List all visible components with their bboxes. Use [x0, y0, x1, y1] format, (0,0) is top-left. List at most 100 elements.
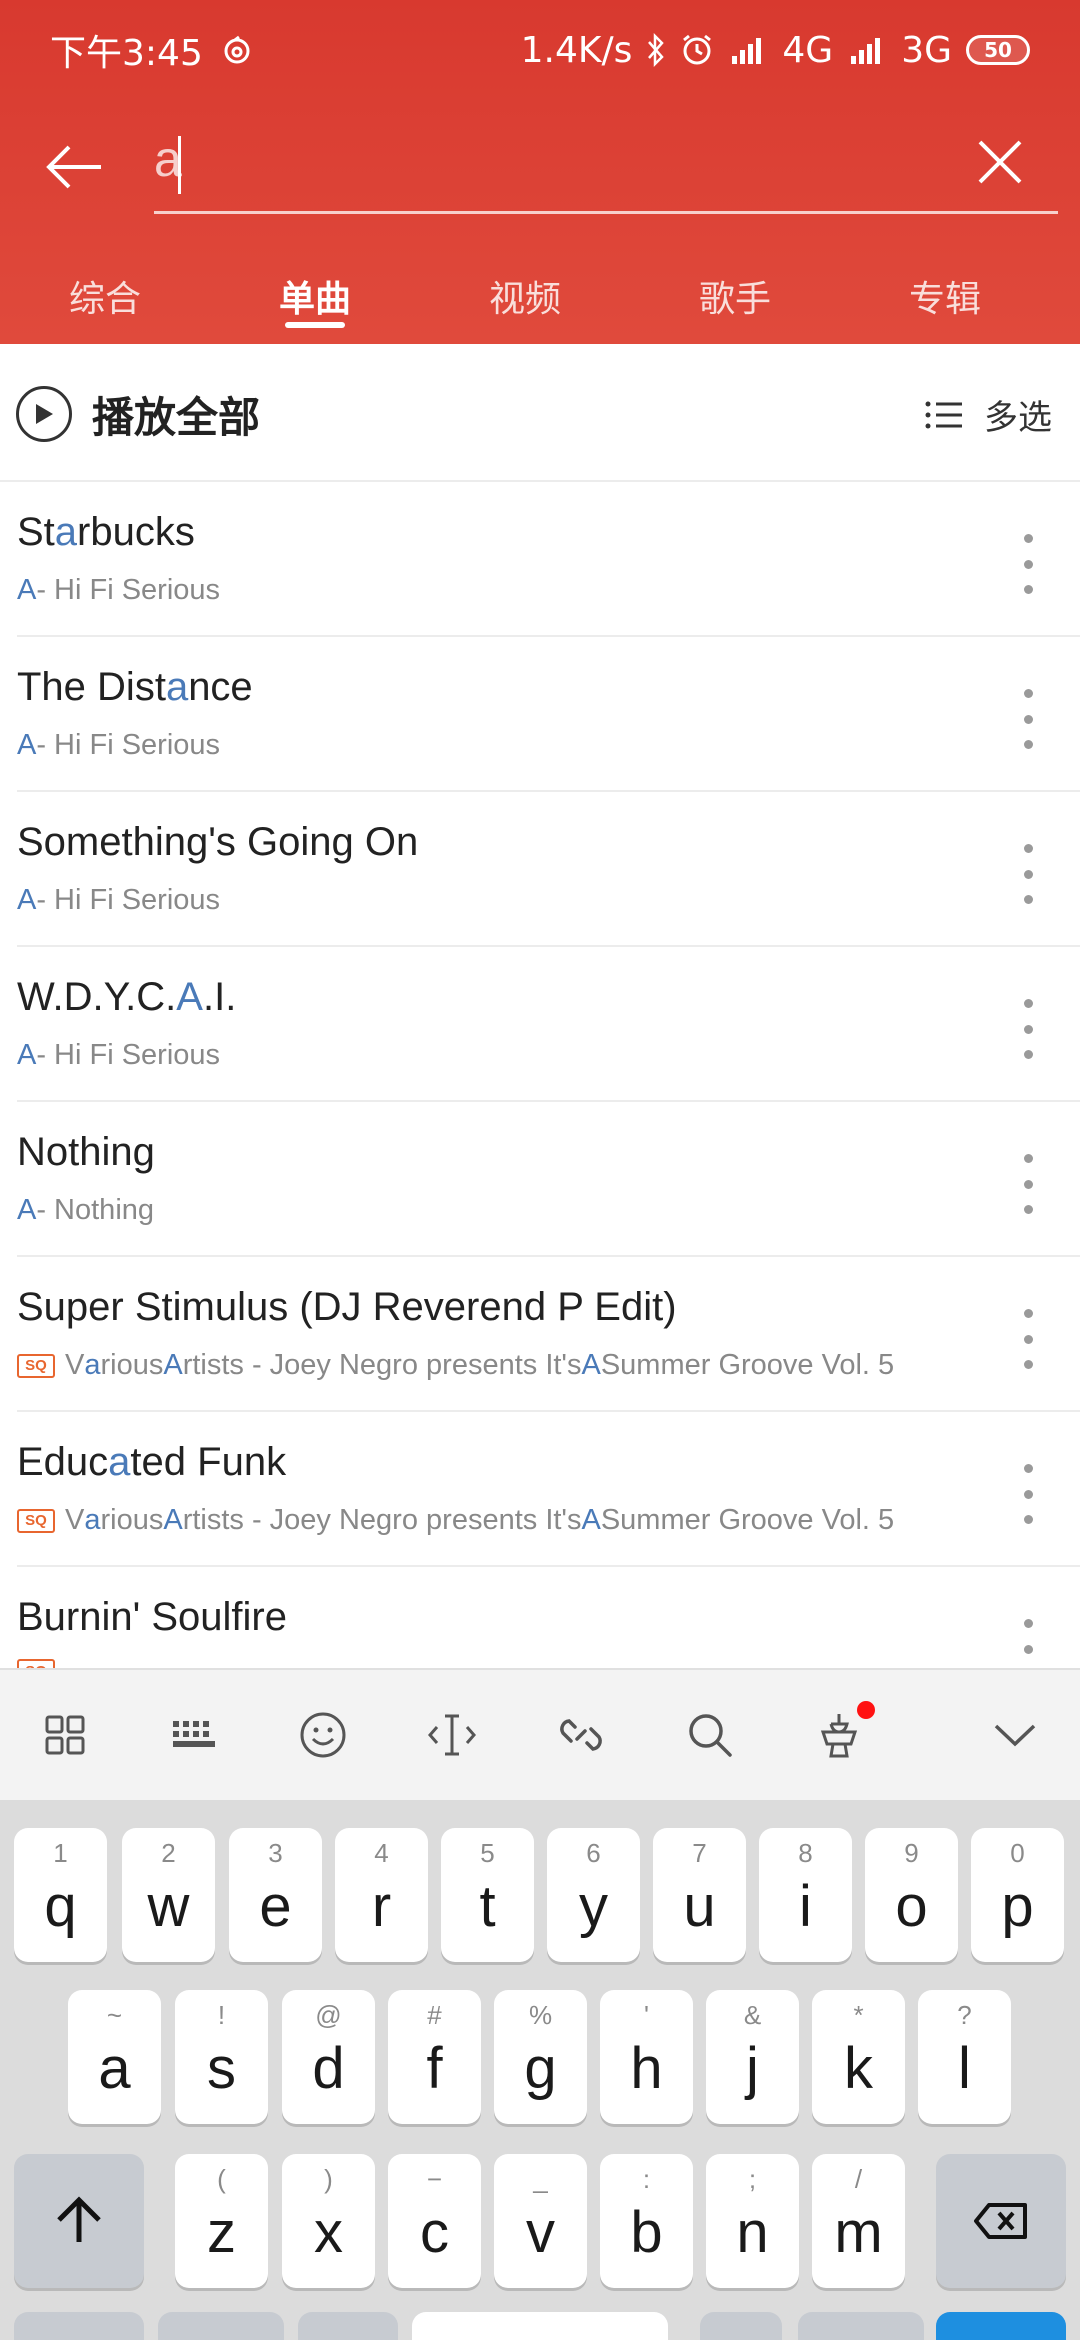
song-title: W.D.Y.C.A.I.	[17, 975, 237, 1019]
network-speed: 1.4K/s	[520, 29, 633, 71]
song-item[interactable]: Something's Going On A - Hi Fi Serious	[17, 792, 1080, 947]
alarm-icon	[680, 33, 714, 67]
keyboard-layout-icon[interactable]	[129, 1669, 258, 1801]
more-vertical-icon[interactable]	[1020, 1464, 1036, 1524]
text-cursor	[178, 136, 181, 194]
more-vertical-icon[interactable]	[1020, 1619, 1036, 1668]
network-4g: 4G	[782, 29, 834, 71]
key-l[interactable]: ? l	[918, 1990, 1011, 2124]
song-title: Something's Going On	[17, 820, 419, 864]
comma-key[interactable]	[298, 2312, 398, 2340]
key-w[interactable]: 2w	[122, 1828, 215, 1962]
key-t[interactable]: 5t	[441, 1828, 534, 1962]
symbols-key[interactable]	[14, 2312, 144, 2340]
song-artist-album: SQ Va rious Artists - Joey Negro presents…	[17, 1349, 894, 1382]
search-input[interactable]: a	[154, 120, 1058, 214]
more-vertical-icon[interactable]	[1020, 999, 1036, 1059]
key-u[interactable]: 7u	[653, 1828, 746, 1962]
key-g[interactable]: % g	[494, 1990, 587, 2124]
play-icon	[36, 404, 53, 424]
song-item[interactable]: Nothing A - Nothing	[17, 1102, 1080, 1257]
skin-icon[interactable]	[774, 1669, 903, 1801]
key-y[interactable]: 6y	[547, 1828, 640, 1962]
key-d[interactable]: @ d	[282, 1990, 375, 2124]
key-p[interactable]: 0p	[971, 1828, 1064, 1962]
link-icon[interactable]	[516, 1669, 645, 1801]
key-o[interactable]: 9o	[865, 1828, 958, 1962]
language-key[interactable]	[158, 2312, 284, 2340]
tab-albums[interactable]: 专辑	[840, 252, 1050, 344]
key-f[interactable]: # f	[388, 1990, 481, 2124]
song-title: Super Stimulus (DJ Reverend P Edit)	[17, 1285, 677, 1329]
tab-artists[interactable]: 歌手	[630, 252, 840, 344]
song-item[interactable]: Starbucks A - Hi Fi Serious	[17, 482, 1080, 637]
more-vertical-icon[interactable]	[1020, 534, 1036, 594]
space-key[interactable]	[412, 2312, 668, 2340]
multi-select-button[interactable]: 多选	[924, 390, 1052, 439]
signal-hd-icon	[728, 34, 768, 66]
song-artist-album: A - Hi Fi Serious	[17, 729, 221, 761]
song-item[interactable]: Super Stimulus (DJ Reverend P Edit) SQ V…	[17, 1257, 1080, 1412]
key-i[interactable]: 8i	[759, 1828, 852, 1962]
search-tabs: 综合 单曲 视频 歌手 专辑	[0, 252, 1080, 344]
key-r[interactable]: 4r	[335, 1828, 428, 1962]
chevron-down-icon[interactable]	[950, 1669, 1080, 1801]
period-key[interactable]	[700, 2312, 782, 2340]
song-title: The Distance	[17, 665, 253, 709]
more-vertical-icon[interactable]	[1020, 844, 1036, 904]
battery-indicator: 50	[966, 35, 1030, 65]
search-icon[interactable]	[645, 1669, 774, 1801]
key-k[interactable]: * k	[812, 1990, 905, 2124]
song-item[interactable]: W.D.Y.C.A.I. A - Hi Fi Serious	[17, 947, 1080, 1102]
key-q[interactable]: 1q	[14, 1828, 107, 1962]
emoji-icon[interactable]	[258, 1669, 387, 1801]
key-a[interactable]: ~ a	[68, 1990, 161, 2124]
more-vertical-icon[interactable]	[1020, 689, 1036, 749]
more-vertical-icon[interactable]	[1020, 1154, 1036, 1214]
back-button[interactable]	[40, 132, 110, 202]
key-h[interactable]: ' h	[600, 1990, 693, 2124]
search-submit-key[interactable]	[936, 2312, 1066, 2340]
song-artist-album: SQ Va rious Artists - Joey Negro presents…	[17, 1504, 894, 1537]
sq-badge: SQ	[17, 1353, 55, 1378]
apps-grid-icon[interactable]	[0, 1669, 129, 1801]
key-z[interactable]: (z	[175, 2154, 268, 2288]
network-3g: 3G	[901, 29, 952, 71]
song-item[interactable]: Burnin' Soulfire SQ	[17, 1567, 1080, 1668]
number-key[interactable]	[798, 2312, 924, 2340]
cursor-move-icon[interactable]	[387, 1669, 516, 1801]
arrow-left-icon	[46, 145, 101, 189]
search-row: a	[0, 110, 1080, 220]
song-artist-album: A - Nothing	[17, 1194, 155, 1226]
song-list: Starbucks A - Hi Fi Serious The Distance…	[0, 482, 1080, 1668]
key-v[interactable]: _ v	[494, 2154, 587, 2288]
key-c[interactable]: − c	[388, 2154, 481, 2288]
key-b[interactable]: :b	[600, 2154, 693, 2288]
song-item[interactable]: Educated Funk SQ Va rious Artists - Joey …	[17, 1412, 1080, 1567]
tab-videos[interactable]: 视频	[420, 252, 630, 344]
song-artist-album: A - Hi Fi Serious	[17, 884, 221, 916]
key-j[interactable]: & j	[706, 1990, 799, 2124]
key-n[interactable]: ; n	[706, 2154, 799, 2288]
keyboard-toolbar	[0, 1668, 1080, 1800]
shift-icon	[57, 2196, 101, 2242]
key-m[interactable]: / m	[812, 2154, 905, 2288]
more-vertical-icon[interactable]	[1020, 1309, 1036, 1369]
notification-dot	[857, 1701, 875, 1719]
song-title: Burnin' Soulfire	[17, 1595, 287, 1639]
backspace-icon	[974, 2203, 1027, 2239]
shift-key[interactable]	[14, 2154, 144, 2288]
play-all-button[interactable]	[16, 386, 72, 442]
backspace-key[interactable]	[936, 2154, 1066, 2288]
play-all-label[interactable]: 播放全部	[92, 384, 260, 445]
list-icon	[925, 401, 962, 428]
key-e[interactable]: 3e	[229, 1828, 322, 1962]
key-s[interactable]: ! s	[175, 1990, 268, 2124]
soft-keyboard: 1q 2w 3e 4r 5t 6y 7u 8i 9o 0p ~ a ! s @ d #…	[0, 1800, 1080, 2340]
song-item[interactable]: The Distance A - Hi Fi Serious	[17, 637, 1080, 792]
tab-songs[interactable]: 单曲	[210, 252, 420, 344]
multi-select-label: 多选	[984, 398, 1052, 438]
key-x[interactable]: ) x	[282, 2154, 375, 2288]
tab-comprehensive[interactable]: 综合	[0, 252, 210, 344]
clear-search-button[interactable]	[970, 132, 1030, 192]
